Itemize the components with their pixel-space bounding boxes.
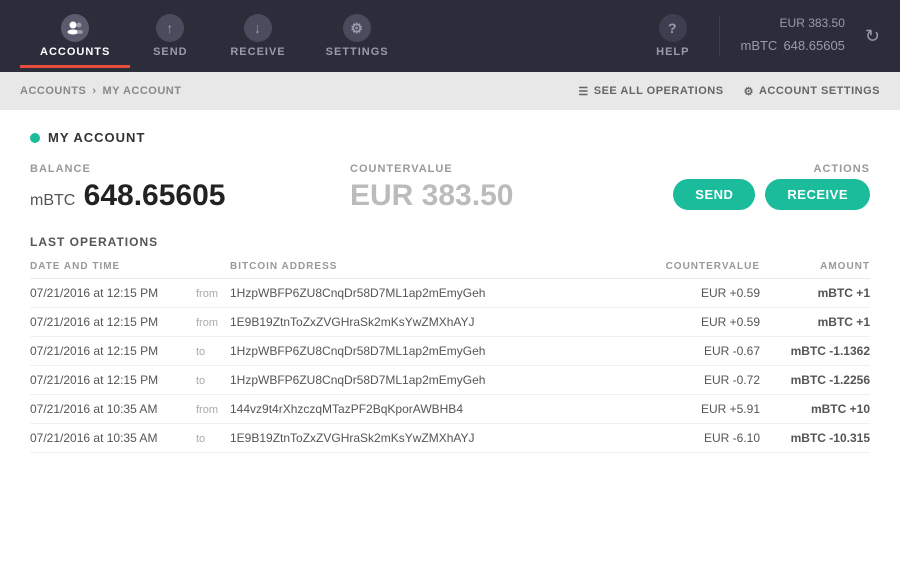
- table-row: 07/21/2016 at 12:15 PMfrom1E9B19ZtnToZxZ…: [30, 308, 870, 337]
- nav-help[interactable]: ? HELP: [636, 4, 709, 68]
- cell-address: 1HzpWBFP6ZU8CnqDr58D7ML1ap2mEmyGeh: [230, 366, 640, 395]
- cell-countervalue: EUR -0.67: [640, 337, 760, 366]
- cell-countervalue: EUR +0.59: [640, 279, 760, 308]
- balance-block: BALANCE mBTC 648.65605: [30, 163, 330, 213]
- cell-amount: mBTC +10: [760, 395, 870, 424]
- cell-direction: from: [190, 279, 230, 308]
- cell-address: 1E9B19ZtnToZxZVGHraSk2mKsYwZMXhAYJ: [230, 424, 640, 453]
- cell-amount: mBTC -1.2256: [760, 366, 870, 395]
- cell-datetime: 07/21/2016 at 12:15 PM: [30, 279, 190, 308]
- countervalue-value: EUR 383.50: [350, 179, 580, 213]
- breadcrumb-separator: ›: [92, 85, 96, 97]
- cell-datetime: 07/21/2016 at 12:15 PM: [30, 308, 190, 337]
- cell-countervalue: EUR +0.59: [640, 308, 760, 337]
- cell-countervalue: EUR +5.91: [640, 395, 760, 424]
- cell-amount: mBTC +1: [760, 279, 870, 308]
- cell-amount: mBTC -10.315: [760, 424, 870, 453]
- send-button[interactable]: SEND: [673, 179, 755, 210]
- cell-direction: from: [190, 308, 230, 337]
- breadcrumb-root[interactable]: ACCOUNTS: [20, 85, 86, 97]
- balance-unit: mBTC: [30, 192, 75, 209]
- cell-datetime: 07/21/2016 at 10:35 AM: [30, 395, 190, 424]
- col-header-address: BITCOIN ADDRESS: [230, 261, 640, 279]
- operations-title: LAST OPERATIONS: [30, 235, 870, 249]
- account-settings-button[interactable]: ⚙ ACCOUNT SETTINGS: [744, 85, 880, 98]
- cell-amount: mBTC -1.1362: [760, 337, 870, 366]
- cell-amount: mBTC +1: [760, 308, 870, 337]
- cell-countervalue: EUR -0.72: [640, 366, 760, 395]
- receive-button[interactable]: RECEIVE: [765, 179, 870, 210]
- table-row: 07/21/2016 at 12:15 PMto1HzpWBFP6ZU8CnqD…: [30, 366, 870, 395]
- cell-address: 1HzpWBFP6ZU8CnqDr58D7ML1ap2mEmyGeh: [230, 279, 640, 308]
- receive-icon: ↓: [244, 14, 272, 42]
- balance-label: BALANCE: [30, 163, 330, 175]
- see-all-operations-button[interactable]: ☰ SEE ALL OPERATIONS: [578, 85, 723, 98]
- nav-receive-label: RECEIVE: [230, 46, 285, 58]
- col-header-datetime: DATE AND TIME: [30, 261, 190, 279]
- send-icon: ↑: [156, 14, 184, 42]
- actions-label: ACTIONS: [814, 163, 871, 175]
- cell-address: 1E9B19ZtnToZxZVGHraSk2mKsYwZMXhAYJ: [230, 308, 640, 337]
- nav-balance-eur: EUR 383.50: [780, 16, 845, 30]
- countervalue-block: COUNTERVALUE EUR 383.50: [330, 163, 580, 213]
- nav-items: ACCOUNTS ↑ SEND ↓ RECEIVE ⚙ SETTINGS: [20, 4, 409, 68]
- breadcrumb-bar: ACCOUNTS › MY ACCOUNT ☰ SEE ALL OPERATIO…: [0, 72, 900, 110]
- cell-direction: to: [190, 366, 230, 395]
- nav-settings[interactable]: ⚙ SETTINGS: [306, 4, 409, 68]
- list-icon: ☰: [578, 85, 588, 98]
- nav-send[interactable]: ↑ SEND: [130, 4, 210, 68]
- nav-accounts-label: ACCOUNTS: [40, 46, 110, 58]
- table-row: 07/21/2016 at 12:15 PMto1HzpWBFP6ZU8CnqD…: [30, 337, 870, 366]
- breadcrumb-actions: ☰ SEE ALL OPERATIONS ⚙ ACCOUNT SETTINGS: [578, 85, 880, 98]
- col-header-countervalue: COUNTERVALUE: [640, 261, 760, 279]
- table-row: 07/21/2016 at 10:35 AMfrom144vz9t4rXhzcz…: [30, 395, 870, 424]
- table-row: 07/21/2016 at 12:15 PMfrom1HzpWBFP6ZU8Cn…: [30, 279, 870, 308]
- balance-value: mBTC 648.65605: [30, 179, 330, 213]
- cell-datetime: 07/21/2016 at 12:15 PM: [30, 337, 190, 366]
- settings-icon: ⚙: [343, 14, 371, 42]
- operations-section: LAST OPERATIONS DATE AND TIME BITCOIN AD…: [30, 235, 870, 453]
- cell-direction: to: [190, 337, 230, 366]
- gear-icon: ⚙: [744, 85, 754, 98]
- cell-direction: from: [190, 395, 230, 424]
- account-title-row: MY ACCOUNT: [30, 130, 870, 145]
- cell-datetime: 07/21/2016 at 10:35 AM: [30, 424, 190, 453]
- table-row: 07/21/2016 at 10:35 AMto1E9B19ZtnToZxZVG…: [30, 424, 870, 453]
- balance-row: BALANCE mBTC 648.65605 COUNTERVALUE EUR …: [30, 163, 870, 213]
- nav-balance-mbtc: mBTC 648.65605: [740, 30, 844, 56]
- breadcrumb-current: MY ACCOUNT: [103, 85, 182, 97]
- cell-address: 144vz9t4rXhzczqMTazPF2BqKporAWBHB4: [230, 395, 640, 424]
- accounts-icon: [61, 14, 89, 42]
- operations-table: DATE AND TIME BITCOIN ADDRESS COUNTERVAL…: [30, 261, 870, 453]
- cell-direction: to: [190, 424, 230, 453]
- nav-accounts[interactable]: ACCOUNTS: [20, 4, 130, 68]
- col-header-direction: [190, 261, 230, 279]
- cell-address: 1HzpWBFP6ZU8CnqDr58D7ML1ap2mEmyGeh: [230, 337, 640, 366]
- nav-receive[interactable]: ↓ RECEIVE: [210, 4, 305, 68]
- countervalue-label: COUNTERVALUE: [350, 163, 580, 175]
- nav-help-label: HELP: [656, 46, 689, 58]
- balance-amount: 648.65605: [84, 179, 226, 212]
- top-navigation: ACCOUNTS ↑ SEND ↓ RECEIVE ⚙ SETTINGS ? H…: [0, 0, 900, 72]
- cell-countervalue: EUR -6.10: [640, 424, 760, 453]
- actions-block: ACTIONS SEND RECEIVE: [673, 163, 870, 210]
- nav-balance: EUR 383.50 mBTC 648.65605: [719, 16, 854, 56]
- main-content: MY ACCOUNT BALANCE mBTC 648.65605 COUNTE…: [0, 110, 900, 576]
- refresh-button[interactable]: ↻: [865, 26, 880, 47]
- nav-settings-label: SETTINGS: [326, 46, 389, 58]
- col-header-amount: AMOUNT: [760, 261, 870, 279]
- help-icon: ?: [659, 14, 687, 42]
- account-title: MY ACCOUNT: [48, 130, 145, 145]
- nav-send-label: SEND: [153, 46, 188, 58]
- cell-datetime: 07/21/2016 at 12:15 PM: [30, 366, 190, 395]
- action-buttons: SEND RECEIVE: [673, 179, 870, 210]
- account-status-dot: [30, 133, 40, 143]
